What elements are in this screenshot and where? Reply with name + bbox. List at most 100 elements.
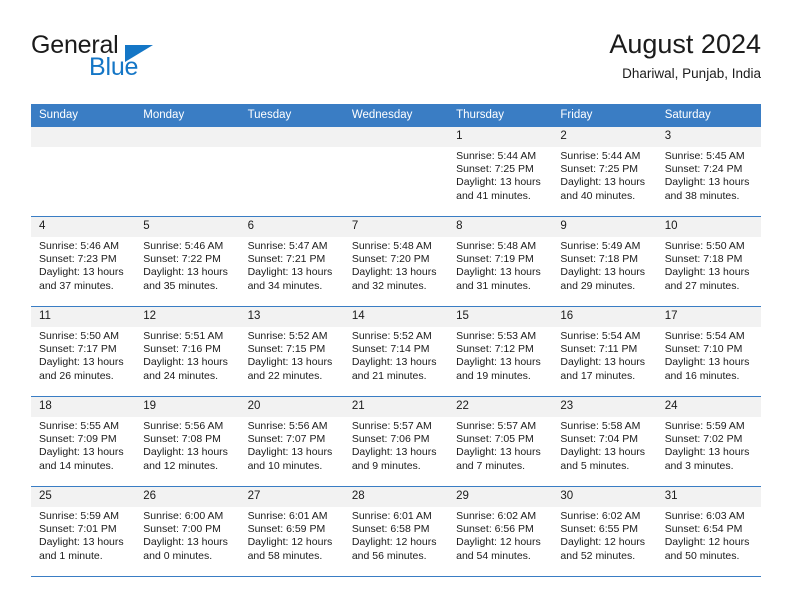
calendar-cell-day[interactable]: 27 Sunrise: 6:01 AM Sunset: 6:59 PM Dayligh… (239, 486, 344, 577)
sunrise-text: Sunrise: 5:57 AM (351, 420, 432, 432)
calendar-cell-day[interactable]: 30 Sunrise: 6:02 AM Sunset: 6:55 PM Dayligh… (552, 486, 657, 577)
calendar-week-row: 1 Sunrise: 5:44 AM Sunset: 7:25 PM Daylight… (31, 127, 761, 217)
day-details: Sunrise: 5:52 AM Sunset: 7:15 PM Daylight:… (240, 327, 344, 383)
weekday-header-wednesday: Wednesday (343, 104, 449, 127)
calendar-cell-day[interactable]: 24 Sunrise: 5:59 AM Sunset: 7:02 PM Dayligh… (656, 396, 761, 487)
daylight-text-line2: and 38 minutes. (664, 189, 740, 202)
weekday-header-tuesday: Tuesday (239, 104, 344, 127)
calendar-cell-day[interactable]: 11 Sunrise: 5:50 AM Sunset: 7:17 PM Dayligh… (31, 306, 136, 397)
calendar-cell-day[interactable]: 10 Sunrise: 5:50 AM Sunset: 7:18 PM Dayligh… (656, 216, 761, 307)
day-number: 21 (343, 397, 449, 417)
calendar-cell-day[interactable]: 7 Sunrise: 5:48 AM Sunset: 7:20 PM Daylight… (343, 216, 449, 307)
calendar-cell-day[interactable]: 13 Sunrise: 5:52 AM Sunset: 7:15 PM Dayligh… (239, 306, 344, 397)
calendar-cell-inner: 14 Sunrise: 5:52 AM Sunset: 7:14 PM Dayligh… (343, 307, 449, 396)
calendar-cell-inner: 1 Sunrise: 5:44 AM Sunset: 7:25 PM Daylight… (448, 127, 553, 216)
daylight-text-line2: and 10 minutes. (247, 459, 323, 472)
sunset-text: Sunset: 7:19 PM (456, 253, 534, 266)
calendar-page: General Blue August 2024 Dhariwal, Punja… (0, 0, 792, 612)
sunrise-text: Sunrise: 6:02 AM (456, 510, 537, 522)
calendar-cell-day[interactable]: 20 Sunrise: 5:56 AM Sunset: 7:07 PM Dayligh… (239, 396, 344, 487)
daylight-text-line2: and 22 minutes. (247, 369, 323, 382)
calendar-cell-day[interactable]: 4 Sunrise: 5:46 AM Sunset: 7:23 PM Daylight… (31, 216, 136, 307)
sunset-text: Sunset: 7:10 PM (664, 343, 743, 356)
day-details: Sunrise: 6:02 AM Sunset: 6:56 PM Daylight:… (448, 507, 552, 563)
calendar-cell-day[interactable]: 1 Sunrise: 5:44 AM Sunset: 7:25 PM Daylight… (448, 127, 553, 217)
day-number: 17 (656, 307, 761, 327)
daylight-text-line2: and 31 minutes. (456, 279, 531, 292)
daylight-text-line2: and 16 minutes. (664, 369, 740, 382)
daylight-text-line2: and 56 minutes. (351, 549, 427, 562)
calendar-cell-day[interactable]: 6 Sunrise: 5:47 AM Sunset: 7:21 PM Daylight… (239, 216, 344, 307)
sunrise-text: Sunrise: 5:58 AM (560, 420, 641, 432)
daylight-text-line1: Daylight: 13 hours (456, 356, 541, 369)
sunrise-text: Sunrise: 5:59 AM (39, 510, 119, 522)
daylight-text-line1: Daylight: 13 hours (143, 536, 228, 549)
calendar-cell-inner (31, 127, 136, 216)
calendar-cell-day[interactable]: 12 Sunrise: 5:51 AM Sunset: 7:16 PM Dayligh… (135, 306, 240, 397)
calendar-cell-day[interactable]: 25 Sunrise: 5:59 AM Sunset: 7:01 PM Dayligh… (31, 486, 136, 577)
weekday-header-saturday: Saturday (656, 104, 761, 127)
sunset-text: Sunset: 7:18 PM (664, 253, 743, 266)
sunrise-text: Sunrise: 5:47 AM (247, 240, 328, 252)
calendar-cell-day[interactable]: 29 Sunrise: 6:02 AM Sunset: 6:56 PM Dayligh… (448, 486, 553, 577)
sunset-text: Sunset: 7:05 PM (456, 433, 534, 446)
sunrise-text: Sunrise: 5:51 AM (143, 330, 224, 342)
calendar-cell-day[interactable]: 19 Sunrise: 5:56 AM Sunset: 7:08 PM Dayligh… (135, 396, 240, 487)
calendar-header-row: Sunday Monday Tuesday Wednesday Thursday… (31, 104, 761, 127)
calendar-table: Sunday Monday Tuesday Wednesday Thursday… (31, 104, 761, 577)
calendar-cell-inner: 21 Sunrise: 5:57 AM Sunset: 7:06 PM Dayligh… (343, 397, 449, 486)
sunset-text: Sunset: 7:15 PM (247, 343, 326, 356)
calendar-cell-day[interactable]: 21 Sunrise: 5:57 AM Sunset: 7:06 PM Dayligh… (343, 396, 449, 487)
calendar-cell-inner: 3 Sunrise: 5:45 AM Sunset: 7:24 PM Daylight… (656, 127, 761, 216)
day-details: Sunrise: 5:59 AM Sunset: 7:02 PM Daylight:… (657, 417, 761, 473)
calendar-cell-day[interactable]: 28 Sunrise: 6:01 AM Sunset: 6:58 PM Dayligh… (343, 486, 449, 577)
day-details: Sunrise: 5:44 AM Sunset: 7:25 PM Daylight:… (448, 147, 552, 203)
calendar-cell-day[interactable]: 5 Sunrise: 5:46 AM Sunset: 7:22 PM Daylight… (135, 216, 240, 307)
calendar-cell-inner: 25 Sunrise: 5:59 AM Sunset: 7:01 PM Dayligh… (31, 487, 136, 576)
daylight-text-line1: Daylight: 13 hours (143, 266, 228, 279)
calendar-cell-day[interactable]: 18 Sunrise: 5:55 AM Sunset: 7:09 PM Dayligh… (31, 396, 136, 487)
daylight-text-line1: Daylight: 13 hours (143, 446, 228, 459)
daylight-text-line1: Daylight: 13 hours (247, 356, 333, 369)
calendar-cell-inner: 19 Sunrise: 5:56 AM Sunset: 7:08 PM Dayligh… (135, 397, 240, 486)
calendar-cell-day[interactable]: 17 Sunrise: 5:54 AM Sunset: 7:10 PM Dayligh… (656, 306, 761, 397)
calendar-cell-day[interactable]: 14 Sunrise: 5:52 AM Sunset: 7:14 PM Dayligh… (343, 306, 449, 397)
daylight-text-line1: Daylight: 13 hours (560, 446, 646, 459)
sunset-text: Sunset: 7:16 PM (143, 343, 221, 356)
calendar-cell-day[interactable]: 2 Sunrise: 5:44 AM Sunset: 7:25 PM Daylight… (552, 127, 657, 217)
calendar-cell-day[interactable]: 15 Sunrise: 5:53 AM Sunset: 7:12 PM Dayligh… (448, 306, 553, 397)
day-number: 16 (552, 307, 657, 327)
brand-logo[interactable]: General Blue (31, 32, 231, 90)
sunset-text: Sunset: 7:09 PM (39, 433, 117, 446)
calendar-cell-inner: 5 Sunrise: 5:46 AM Sunset: 7:22 PM Daylight… (135, 217, 240, 306)
calendar-cell-empty (135, 127, 240, 217)
sunrise-text: Sunrise: 5:44 AM (456, 150, 537, 162)
sunrise-text: Sunrise: 5:45 AM (664, 150, 745, 162)
calendar-cell-day[interactable]: 23 Sunrise: 5:58 AM Sunset: 7:04 PM Dayligh… (552, 396, 657, 487)
sunset-text: Sunset: 7:21 PM (247, 253, 326, 266)
sunset-text: Sunset: 7:08 PM (143, 433, 221, 446)
sunrise-text: Sunrise: 5:44 AM (560, 150, 641, 162)
calendar-cell-day[interactable]: 8 Sunrise: 5:48 AM Sunset: 7:19 PM Daylight… (448, 216, 553, 307)
day-number (31, 127, 136, 147)
sunrise-text: Sunrise: 6:01 AM (351, 510, 432, 522)
calendar-cell-inner: 28 Sunrise: 6:01 AM Sunset: 6:58 PM Dayligh… (343, 487, 449, 576)
day-details: Sunrise: 5:54 AM Sunset: 7:11 PM Daylight:… (552, 327, 656, 383)
calendar-cell-day[interactable]: 3 Sunrise: 5:45 AM Sunset: 7:24 PM Daylight… (656, 127, 761, 217)
calendar-cell-inner: 16 Sunrise: 5:54 AM Sunset: 7:11 PM Dayligh… (552, 307, 657, 396)
day-number: 7 (343, 217, 449, 237)
calendar-cell-day[interactable]: 31 Sunrise: 6:03 AM Sunset: 6:54 PM Dayligh… (656, 486, 761, 577)
daylight-text-line1: Daylight: 13 hours (247, 446, 333, 459)
calendar-cell-day[interactable]: 16 Sunrise: 5:54 AM Sunset: 7:11 PM Dayligh… (552, 306, 657, 397)
calendar-cell-day[interactable]: 22 Sunrise: 5:57 AM Sunset: 7:05 PM Dayligh… (448, 396, 553, 487)
daylight-text-line2: and 9 minutes. (351, 459, 421, 472)
sunset-text: Sunset: 7:02 PM (664, 433, 743, 446)
daylight-text-line1: Daylight: 13 hours (456, 176, 541, 189)
day-number: 24 (656, 397, 761, 417)
sunrise-text: Sunrise: 5:52 AM (247, 330, 328, 342)
day-details: Sunrise: 5:48 AM Sunset: 7:19 PM Daylight:… (448, 237, 552, 293)
calendar-cell-day[interactable]: 26 Sunrise: 6:00 AM Sunset: 7:00 PM Dayligh… (135, 486, 240, 577)
calendar-week-row: 11 Sunrise: 5:50 AM Sunset: 7:17 PM Dayligh… (31, 306, 761, 397)
calendar-cell-day[interactable]: 9 Sunrise: 5:49 AM Sunset: 7:18 PM Daylight… (552, 216, 657, 307)
day-details: Sunrise: 5:53 AM Sunset: 7:12 PM Daylight:… (448, 327, 552, 383)
